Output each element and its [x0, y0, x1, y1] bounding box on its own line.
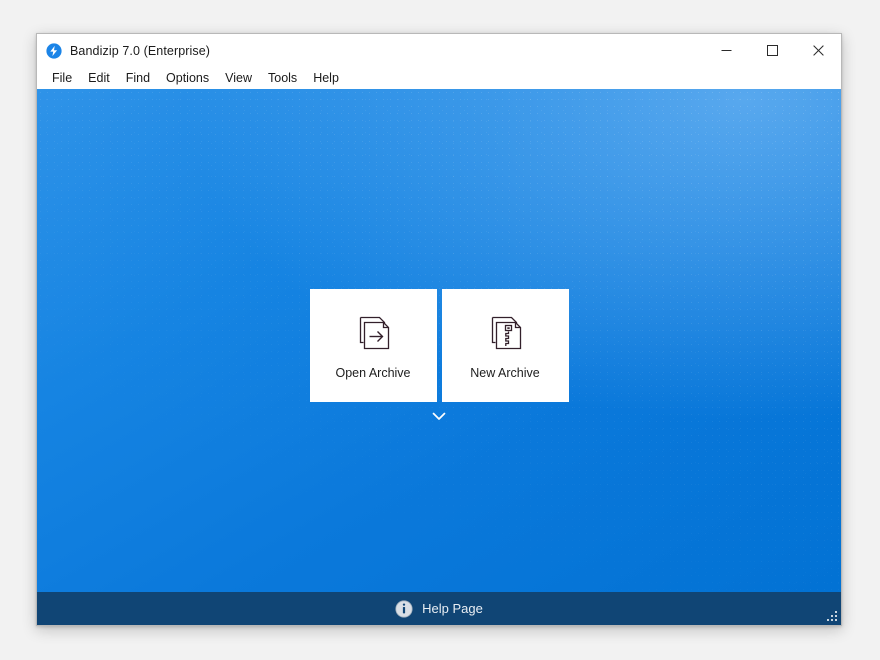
menu-help[interactable]: Help	[305, 69, 347, 88]
close-button[interactable]	[795, 34, 841, 67]
minimize-button[interactable]	[703, 34, 749, 67]
new-archive-icon	[484, 311, 526, 355]
maximize-icon	[767, 45, 778, 56]
minimize-icon	[721, 45, 732, 56]
menu-find[interactable]: Find	[118, 69, 158, 88]
maximize-button[interactable]	[749, 34, 795, 67]
new-archive-label: New Archive	[470, 366, 539, 380]
menu-bar: File Edit Find Options View Tools Help	[37, 67, 841, 89]
help-page-label: Help Page	[422, 601, 483, 616]
title-bar[interactable]: Bandizip 7.0 (Enterprise)	[37, 34, 841, 67]
menu-view[interactable]: View	[217, 69, 260, 88]
desktop-background: Bandizip 7.0 (Enterprise)	[0, 0, 880, 660]
chevron-down-icon	[432, 412, 446, 421]
new-archive-tile[interactable]: New Archive	[442, 289, 569, 402]
window-title: Bandizip 7.0 (Enterprise)	[70, 44, 210, 58]
open-archive-tile[interactable]: Open Archive	[310, 289, 437, 402]
tile-area: Open Archive	[37, 289, 841, 424]
menu-edit[interactable]: Edit	[80, 69, 118, 88]
menu-file[interactable]: File	[44, 69, 80, 88]
open-archive-label: Open Archive	[335, 366, 410, 380]
main-canvas: Open Archive	[37, 89, 841, 592]
expand-more-button[interactable]	[376, 408, 503, 424]
open-archive-icon	[352, 311, 394, 355]
resize-grip-icon[interactable]	[826, 610, 838, 622]
bandizip-logo-icon	[46, 43, 62, 59]
info-icon	[395, 600, 413, 618]
menu-options[interactable]: Options	[158, 69, 217, 88]
window-controls	[703, 34, 841, 67]
menu-tools[interactable]: Tools	[260, 69, 305, 88]
status-bar: Help Page	[37, 592, 841, 625]
help-page-button[interactable]: Help Page	[395, 600, 483, 618]
close-icon	[813, 45, 824, 56]
action-tiles: Open Archive	[310, 289, 569, 402]
bandizip-window: Bandizip 7.0 (Enterprise)	[36, 33, 842, 626]
